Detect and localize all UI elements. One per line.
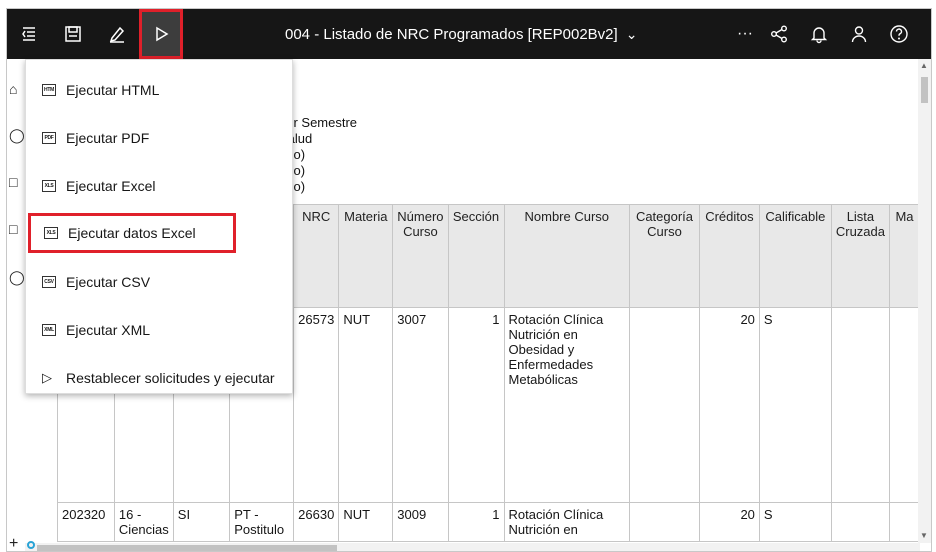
run-options-menu: HTM Ejecutar HTML PDF Ejecutar PDF XLS E… (25, 59, 293, 394)
menu-item-run-html[interactable]: HTM Ejecutar HTML (26, 70, 294, 110)
table-cell: 1 (447, 307, 505, 503)
save-icon[interactable] (51, 9, 95, 59)
notifications-icon[interactable] (797, 9, 841, 59)
horizontal-scrollbar[interactable] (25, 543, 920, 551)
column-header: Categoría Curso (629, 204, 700, 308)
table-cell: 16 - Ciencias (113, 502, 174, 542)
menu-item-run-csv[interactable]: CSV Ejecutar CSV (26, 262, 294, 302)
menu-item-label: Ejecutar CSV (66, 274, 151, 290)
column-header: Ma (889, 204, 920, 308)
home-icon[interactable]: ⌂ (9, 81, 23, 97)
scrollbar-thumb[interactable] (37, 545, 337, 551)
run-icon[interactable] (139, 9, 183, 59)
table-cell: NUT (338, 502, 394, 542)
menu-item-label: Restablecer solicitudes y ejecutar (66, 370, 275, 386)
table-cell (629, 502, 700, 542)
user-icon[interactable] (837, 9, 881, 59)
csv-file-icon: CSV (42, 276, 56, 288)
table-cell: 3009 (392, 502, 449, 542)
share-icon[interactable] (757, 9, 801, 59)
table-cell: NUT (338, 307, 394, 503)
add-icon[interactable]: + (9, 535, 18, 551)
table-cell: 1 (447, 502, 505, 542)
column-header: Materia (338, 204, 394, 308)
table-cell: 20 (698, 502, 760, 542)
chevron-down-icon: ⌄ (625, 26, 638, 42)
column-header: Créditos (698, 204, 760, 308)
app-window: 004 - Listado de NRC Programados [REP002… (6, 8, 932, 552)
top-toolbar: 004 - Listado de NRC Programados [REP002… (7, 9, 931, 59)
xls-file-icon: XLS (42, 180, 56, 192)
play-icon: ▷ (42, 370, 52, 385)
pdf-file-icon: PDF (42, 132, 56, 144)
recent-icon[interactable]: ◯ (9, 269, 25, 285)
menu-item-label: Ejecutar Excel (66, 178, 156, 194)
table-cell: 202320 (57, 502, 115, 542)
table-cell: 20 (698, 307, 760, 503)
status-indicator-icon (27, 541, 35, 549)
column-header: Calificable (758, 204, 832, 308)
table-cell (629, 307, 700, 503)
scroll-down-icon[interactable]: ▼ (920, 531, 928, 540)
menu-item-run-excel-data[interactable]: XLS Ejecutar datos Excel (28, 213, 236, 253)
report-title: 004 - Listado de NRC Programados [REP002… (285, 26, 618, 43)
menu-item-label: Ejecutar HTML (66, 82, 160, 98)
xml-file-icon: XML (42, 324, 56, 336)
folder-icon[interactable]: □ (9, 174, 23, 190)
xls-file-icon: XLS (44, 227, 58, 239)
sidebar-toggle-icon[interactable] (7, 9, 51, 59)
menu-item-label: Ejecutar datos Excel (68, 225, 196, 241)
menu-item-label: Ejecutar XML (66, 322, 151, 338)
column-header: Número Curso (392, 204, 449, 308)
left-rail: ⌂ ◯ □ □ ◯ (7, 59, 25, 551)
column-header: NRC (293, 204, 340, 308)
table-cell (889, 502, 920, 542)
table-cell: S (758, 307, 832, 503)
help-icon[interactable] (877, 9, 921, 59)
table-cell: Rotación Clínica Nutrición en (503, 502, 631, 542)
table-cell: 26630 (293, 502, 340, 542)
table-cell: 26573 (293, 307, 340, 503)
search-icon[interactable]: ◯ (9, 127, 25, 143)
menu-item-reset-prompts-run[interactable]: ▷ Restablecer solicitudes y ejecutar (26, 358, 294, 398)
table-cell: PT - Postitulo (229, 502, 295, 542)
table-cell: 3007 (392, 307, 449, 503)
html-file-icon: HTM (42, 84, 56, 96)
vertical-scrollbar[interactable]: ▲ ▼ (918, 59, 931, 543)
menu-item-run-xml[interactable]: XML Ejecutar XML (26, 310, 294, 350)
content-icon[interactable]: □ (9, 221, 23, 237)
edit-icon[interactable] (95, 9, 139, 59)
scroll-up-icon[interactable]: ▲ (920, 61, 928, 70)
table-cell (889, 307, 920, 503)
menu-item-run-excel[interactable]: XLS Ejecutar Excel (26, 166, 294, 206)
column-header: Sección (447, 204, 505, 308)
menu-item-label: Ejecutar PDF (66, 130, 150, 146)
menu-item-run-pdf[interactable]: PDF Ejecutar PDF (26, 118, 294, 158)
table-cell: S (758, 502, 832, 542)
column-header: Nombre Curso (503, 204, 631, 308)
table-row: 202320 16 - Ciencias SI PT - Postitulo 2… (57, 502, 920, 542)
table-cell: SI (172, 502, 231, 542)
scrollbar-thumb[interactable] (921, 77, 928, 103)
report-title-menu[interactable]: 004 - Listado de NRC Programados [REP002… (285, 9, 637, 59)
column-header: Lista Cruzada (830, 204, 891, 308)
table-cell: Rotación Clínica Nutrición en Obesidad y… (503, 307, 631, 503)
table-cell (830, 502, 891, 542)
table-cell (830, 307, 891, 503)
